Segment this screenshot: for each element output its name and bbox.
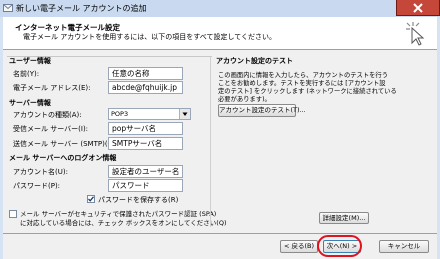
password-input[interactable]: パスワード — [108, 179, 183, 192]
outgoing-server-label: 送信メール サーバー (SMTP)(O): — [13, 140, 119, 148]
account-name-input[interactable]: 設定者のユーザー名 — [108, 165, 183, 178]
back-button[interactable]: < 戻る(B) — [280, 240, 318, 253]
more-settings-button[interactable]: 詳細設定(M)... — [319, 212, 369, 224]
cancel-button[interactable]: キャンセル — [379, 240, 429, 253]
title-bar: 新しい電子メール アカウントの追加 — [0, 0, 440, 17]
name-input[interactable]: 任意の名称 — [108, 67, 183, 80]
spa-label-line2: に対応している場合には、チェック ボックスをオンにしてください(Q) — [20, 219, 227, 227]
outlook-app-icon — [3, 4, 13, 12]
account-type-label: アカウントの種類(A): — [13, 111, 82, 119]
next-button-highlight-ring — [317, 235, 362, 257]
server-info-heading: サーバー情報 — [9, 99, 51, 107]
chevron-down-icon — [182, 112, 188, 116]
test-heading: アカウント設定のテスト — [216, 57, 293, 65]
account-type-select[interactable]: POP3 — [108, 108, 191, 120]
dialog-footer: < 戻る(B) 次へ(N) > キャンセル — [3, 234, 437, 259]
close-button[interactable] — [396, 0, 440, 16]
password-label: パスワード(P): — [13, 182, 61, 190]
outgoing-server-input[interactable]: SMTPサーバ名 — [108, 137, 183, 150]
test-account-button[interactable]: アカウント設定のテスト(T)... — [218, 104, 306, 117]
email-label: 電子メール アドレス(E): — [13, 84, 91, 92]
test-description-line4: 必要があります)。 — [218, 96, 271, 103]
save-password-checkbox[interactable] — [87, 195, 95, 203]
email-input[interactable]: abcde@fqhuijk.jp — [108, 81, 183, 94]
pointer-click-icon — [406, 22, 425, 46]
checkmark-icon — [88, 196, 95, 202]
account-type-value: POP3 — [111, 110, 129, 118]
logon-info-heading: メール サーバーへのログオン情報 — [9, 154, 117, 162]
window-title: 新しい電子メール アカウントの追加 — [16, 4, 147, 13]
settings-panel: ユーザー情報 名前(Y): 任意の名称 電子メール アドレス(E): abcde… — [3, 50, 437, 233]
incoming-server-input[interactable]: popサーバ名 — [108, 122, 183, 135]
column-separator — [210, 57, 211, 227]
close-icon — [413, 3, 423, 13]
header-subtitle: 電子メール アカウントを使用するには、以下の項目をすべて設定してください。 — [23, 33, 277, 41]
dialog-header: インターネット電子メール設定 電子メール アカウントを使用するには、以下の項目を… — [3, 17, 437, 50]
save-password-label: パスワードを保存する(R) — [98, 196, 179, 204]
name-label: 名前(Y): — [13, 70, 40, 78]
user-info-heading: ユーザー情報 — [9, 57, 51, 65]
spa-checkbox[interactable] — [9, 210, 17, 218]
dropdown-arrow[interactable] — [179, 109, 190, 119]
incoming-server-label: 受信メール サーバー(I): — [13, 125, 89, 133]
account-name-label: アカウント名(U): — [13, 168, 68, 176]
